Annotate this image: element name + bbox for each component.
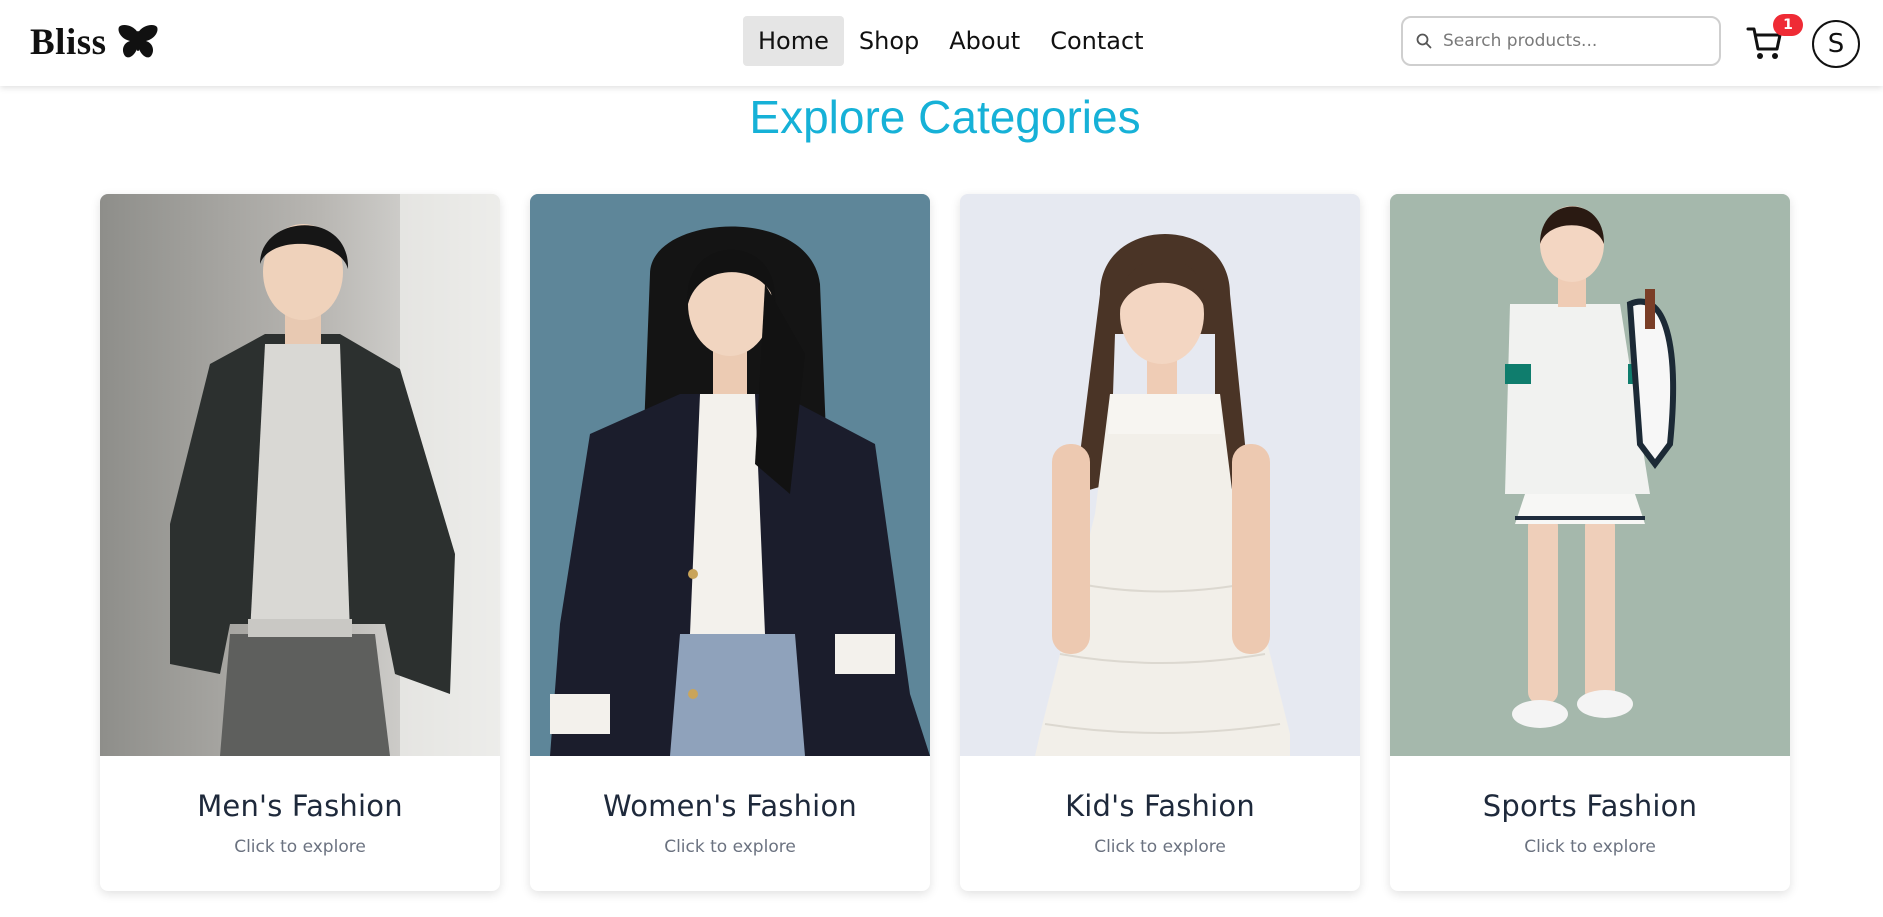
category-card-women[interactable]: Women's Fashion Click to explore bbox=[530, 194, 930, 891]
nav-link-contact[interactable]: Contact bbox=[1035, 16, 1158, 66]
search-box[interactable] bbox=[1401, 16, 1721, 66]
search-icon bbox=[1416, 33, 1432, 49]
category-title: Sports Fashion bbox=[1482, 789, 1698, 823]
brand-name: Bliss bbox=[30, 21, 107, 63]
category-title: Women's Fashion bbox=[603, 789, 857, 823]
cart-count-badge: 1 bbox=[1773, 14, 1803, 36]
sports-fashion-photo bbox=[1390, 194, 1790, 756]
category-card-kids[interactable]: Kid's Fashion Click to explore bbox=[960, 194, 1360, 891]
category-subtitle: Click to explore bbox=[1094, 837, 1226, 857]
nav-link-home[interactable]: Home bbox=[743, 16, 844, 66]
user-avatar[interactable]: S bbox=[1812, 20, 1860, 68]
category-title: Kid's Fashion bbox=[1065, 789, 1255, 823]
category-title: Men's Fashion bbox=[197, 789, 403, 823]
page-title: Explore Categories bbox=[749, 91, 1141, 143]
category-card-men[interactable]: Men's Fashion Click to explore bbox=[100, 194, 500, 891]
category-card-sports[interactable]: Sports Fashion Click to explore bbox=[1390, 194, 1790, 891]
category-card-body: Sports Fashion Click to explore bbox=[1390, 756, 1790, 891]
category-subtitle: Click to explore bbox=[1524, 837, 1656, 857]
cart-button[interactable]: 1 bbox=[1746, 14, 1803, 64]
category-card-body: Men's Fashion Click to explore bbox=[100, 756, 500, 891]
brand-logo[interactable]: Bliss bbox=[30, 18, 159, 66]
main-nav: Home Shop About Contact bbox=[743, 16, 1159, 66]
category-subtitle: Click to explore bbox=[664, 837, 796, 857]
category-card-body: Women's Fashion Click to explore bbox=[530, 756, 930, 891]
navbar: Bliss Home Shop About Contact 1 S bbox=[0, 0, 1883, 86]
women-fashion-photo bbox=[530, 194, 930, 756]
nav-link-about[interactable]: About bbox=[934, 16, 1035, 66]
men-fashion-photo bbox=[100, 194, 500, 756]
butterfly-icon bbox=[118, 25, 158, 58]
nav-link-shop[interactable]: Shop bbox=[844, 16, 934, 66]
kids-fashion-photo bbox=[960, 194, 1360, 756]
category-card-body: Kid's Fashion Click to explore bbox=[960, 756, 1360, 891]
search-input[interactable] bbox=[1443, 21, 1713, 61]
category-subtitle: Click to explore bbox=[234, 837, 366, 857]
